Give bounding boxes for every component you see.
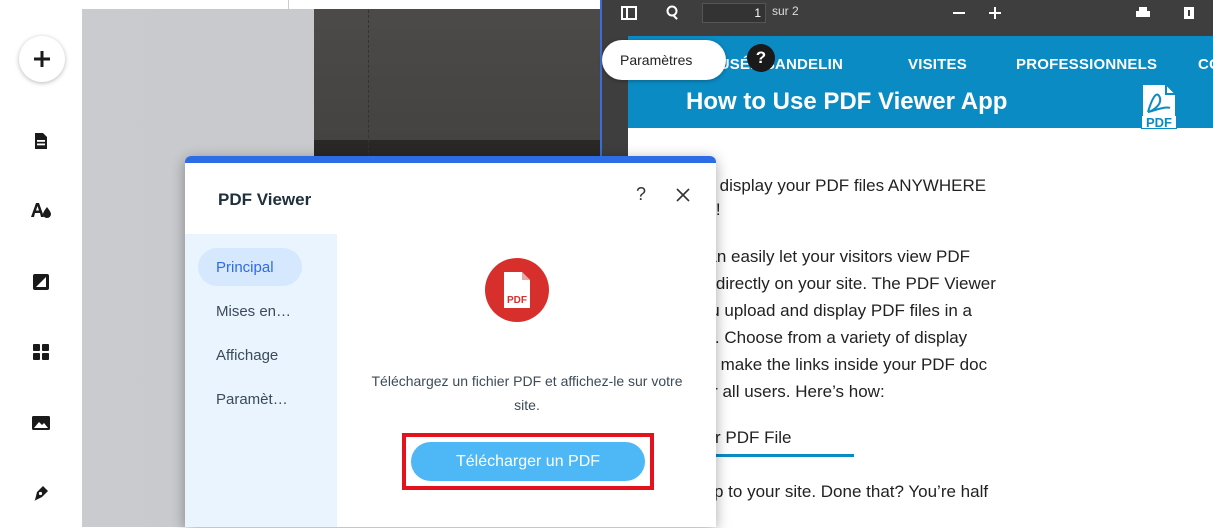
sidebar-item-parametres[interactable]: Paramèt… [198, 380, 288, 418]
media-button[interactable] [22, 404, 60, 442]
svg-text:PDF: PDF [507, 295, 527, 306]
page-count: sur 2 [772, 4, 799, 18]
upload-description: Téléchargez un fichier PDF et affichez-l… [371, 373, 683, 413]
download-icon[interactable] [1178, 0, 1200, 26]
theme-button[interactable] [22, 191, 60, 229]
theme-icon [31, 203, 51, 218]
plus-icon [34, 51, 50, 67]
page-title: How to Use PDF Viewer App [686, 88, 1008, 115]
upload-pdf-button[interactable]: Télécharger un PDF [411, 442, 645, 481]
upload-button-highlight: Télécharger un PDF [402, 433, 654, 490]
add-button[interactable] [19, 36, 65, 82]
sidebar-item-mises-en-page[interactable]: Mises en… [198, 292, 291, 330]
pen-icon [34, 486, 48, 501]
panel-sidebar: Principal Mises en… Affichage Paramèt… [185, 234, 337, 527]
left-toolbar [0, 0, 82, 527]
header-nav-item-visites: VISITES [908, 56, 967, 73]
sidebar-item-principal[interactable]: Principal [198, 248, 302, 286]
page-icon [35, 133, 47, 149]
settings-tooltip[interactable]: Paramètres [602, 40, 726, 80]
pdf-document-icon: PDF [485, 258, 549, 322]
top-strip [0, 0, 600, 9]
sidebar-toggle-icon[interactable] [618, 0, 640, 26]
pages-button[interactable] [22, 122, 60, 160]
panel-help-button[interactable]: ? [629, 182, 653, 206]
help-icon[interactable]: ? [747, 44, 775, 72]
panel-main: PDF Téléchargez un fichier PDF et affich… [337, 234, 716, 527]
search-icon[interactable] [662, 0, 684, 26]
panel-title: PDF Viewer [218, 190, 312, 209]
panel-accent-bar [185, 156, 716, 163]
background-button[interactable] [22, 263, 60, 301]
settings-tooltip-label: Paramètres [620, 52, 693, 68]
apps-button[interactable] [22, 333, 60, 371]
pdf-file-icon: PDF [1136, 82, 1180, 130]
svg-text:PDF: PDF [1146, 115, 1172, 130]
zoom-out-icon[interactable] [948, 0, 970, 26]
header-nav-item-professionnels: PROFESSIONNELS [1016, 56, 1158, 73]
media-icon [32, 416, 50, 430]
apps-icon [33, 344, 49, 360]
pen-button[interactable] [22, 474, 60, 512]
pdf-toolbar: 1 sur 2 [602, 0, 1213, 36]
page-number-input[interactable]: 1 [702, 3, 766, 23]
sidebar-item-affichage[interactable]: Affichage [198, 336, 278, 374]
close-icon[interactable] [671, 183, 695, 207]
print-icon[interactable] [1132, 0, 1154, 26]
pdf-viewer-settings-panel: PDF Viewer ? Principal Mises en… Afficha… [185, 156, 716, 527]
zoom-in-icon[interactable] [984, 0, 1006, 26]
header-nav-item-contact: CO [1198, 56, 1213, 73]
background-icon [33, 274, 49, 290]
